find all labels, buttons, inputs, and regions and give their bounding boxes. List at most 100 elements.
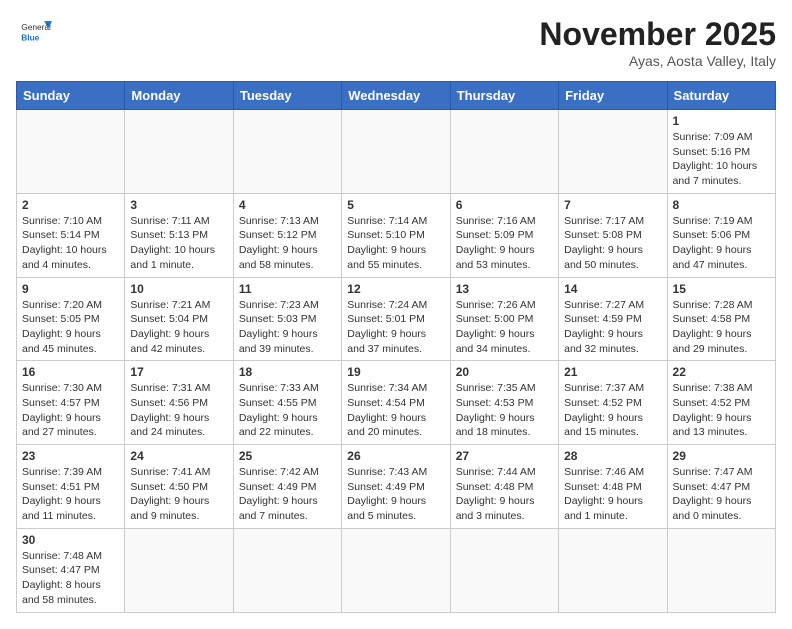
day-number: 22 (673, 365, 770, 379)
day-number: 24 (130, 449, 227, 463)
day-info: Sunrise: 7:35 AMSunset: 4:53 PMDaylight:… (456, 381, 553, 440)
calendar-cell: 6Sunrise: 7:16 AMSunset: 5:09 PMDaylight… (450, 193, 558, 277)
weekday-header-saturday: Saturday (667, 82, 775, 110)
day-number: 5 (347, 198, 444, 212)
day-number: 8 (673, 198, 770, 212)
day-info: Sunrise: 7:39 AMSunset: 4:51 PMDaylight:… (22, 465, 119, 524)
calendar-cell: 10Sunrise: 7:21 AMSunset: 5:04 PMDayligh… (125, 277, 233, 361)
svg-text:Blue: Blue (21, 32, 39, 42)
day-info: Sunrise: 7:38 AMSunset: 4:52 PMDaylight:… (673, 381, 770, 440)
day-info: Sunrise: 7:09 AMSunset: 5:16 PMDaylight:… (673, 130, 770, 189)
weekday-header-monday: Monday (125, 82, 233, 110)
day-number: 29 (673, 449, 770, 463)
logo: General Blue (16, 16, 52, 53)
calendar-cell: 18 Sunrise: 7:33 AMSunset: 4:55 PMDayligh… (233, 361, 341, 445)
day-number: 11 (239, 282, 336, 296)
calendar-cell: 24Sunrise: 7:41 AMSunset: 4:50 PMDayligh… (125, 445, 233, 529)
day-info: Sunrise: 7:26 AMSunset: 5:00 PMDaylight:… (456, 298, 553, 357)
calendar-cell: 14Sunrise: 7:27 AMSunset: 4:59 PMDayligh… (559, 277, 667, 361)
calendar-cell: 22 Sunrise: 7:38 AMSunset: 4:52 PMDayligh… (667, 361, 775, 445)
day-info: Sunrise: 7:27 AMSunset: 4:59 PMDaylight:… (564, 298, 661, 357)
calendar-cell: 26Sunrise: 7:43 AMSunset: 4:49 PMDayligh… (342, 445, 450, 529)
calendar-cell (559, 528, 667, 612)
calendar-table: SundayMondayTuesdayWednesdayThursdayFrid… (16, 81, 776, 613)
day-info: Sunrise: 7:33 AMSunset: 4:55 PMDaylight:… (239, 381, 336, 440)
calendar-cell: 28Sunrise: 7:46 AMSunset: 4:48 PMDayligh… (559, 445, 667, 529)
day-info: Sunrise: 7:44 AMSunset: 4:48 PMDaylight:… (456, 465, 553, 524)
calendar-cell: 5 Sunrise: 7:14 AMSunset: 5:10 PMDaylight… (342, 193, 450, 277)
calendar-cell (125, 528, 233, 612)
day-number: 19 (347, 365, 444, 379)
day-number: 20 (456, 365, 553, 379)
calendar-cell: 3 Sunrise: 7:11 AMSunset: 5:13 PMDaylight… (125, 193, 233, 277)
day-number: 15 (673, 282, 770, 296)
calendar-cell: 16Sunrise: 7:30 AMSunset: 4:57 PMDayligh… (17, 361, 125, 445)
day-number: 16 (22, 365, 119, 379)
month-title: November 2025 (539, 16, 776, 53)
day-number: 3 (130, 198, 227, 212)
day-info: Sunrise: 7:34 AMSunset: 4:54 PMDaylight:… (347, 381, 444, 440)
calendar-cell (17, 110, 125, 194)
generalblue-logo-icon: General Blue (20, 16, 52, 48)
day-info: Sunrise: 7:19 AMSunset: 5:06 PMDaylight:… (673, 214, 770, 273)
calendar-cell: 4 Sunrise: 7:13 AMSunset: 5:12 PMDaylight… (233, 193, 341, 277)
day-number: 23 (22, 449, 119, 463)
day-number: 18 (239, 365, 336, 379)
calendar-cell: 13 Sunrise: 7:26 AMSunset: 5:00 PMDayligh… (450, 277, 558, 361)
day-number: 9 (22, 282, 119, 296)
location: Ayas, Aosta Valley, Italy (539, 53, 776, 69)
calendar-cell: 9 Sunrise: 7:20 AMSunset: 5:05 PMDaylight… (17, 277, 125, 361)
weekday-header-row: SundayMondayTuesdayWednesdayThursdayFrid… (17, 82, 776, 110)
weekday-header-thursday: Thursday (450, 82, 558, 110)
day-number: 7 (564, 198, 661, 212)
calendar-cell (667, 528, 775, 612)
calendar-cell: 19 Sunrise: 7:34 AMSunset: 4:54 PMDayligh… (342, 361, 450, 445)
title-block: November 2025 Ayas, Aosta Valley, Italy (539, 16, 776, 69)
weekday-header-wednesday: Wednesday (342, 82, 450, 110)
day-info: Sunrise: 7:37 AMSunset: 4:52 PMDaylight:… (564, 381, 661, 440)
calendar-week-2: 2Sunrise: 7:10 AMSunset: 5:14 PMDaylight… (17, 193, 776, 277)
calendar-cell: 27 Sunrise: 7:44 AMSunset: 4:48 PMDayligh… (450, 445, 558, 529)
weekday-header-friday: Friday (559, 82, 667, 110)
day-info: Sunrise: 7:13 AMSunset: 5:12 PMDaylight:… (239, 214, 336, 273)
calendar-cell: 30 Sunrise: 7:48 AMSunset: 4:47 PMDayligh… (17, 528, 125, 612)
calendar-cell (342, 528, 450, 612)
day-info: Sunrise: 7:20 AMSunset: 5:05 PMDaylight:… (22, 298, 119, 357)
day-number: 30 (22, 533, 119, 547)
calendar-cell (450, 110, 558, 194)
calendar-cell: 15 Sunrise: 7:28 AMSunset: 4:58 PMDayligh… (667, 277, 775, 361)
calendar-cell: 7Sunrise: 7:17 AMSunset: 5:08 PMDaylight… (559, 193, 667, 277)
calendar-cell (233, 110, 341, 194)
day-info: Sunrise: 7:31 AMSunset: 4:56 PMDaylight:… (130, 381, 227, 440)
calendar-week-1: 1 Sunrise: 7:09 AMSunset: 5:16 PMDaylight… (17, 110, 776, 194)
calendar-cell (559, 110, 667, 194)
day-info: Sunrise: 7:48 AMSunset: 4:47 PMDaylight:… (22, 549, 119, 608)
calendar-week-3: 9 Sunrise: 7:20 AMSunset: 5:05 PMDaylight… (17, 277, 776, 361)
calendar-cell: 17Sunrise: 7:31 AMSunset: 4:56 PMDayligh… (125, 361, 233, 445)
calendar-cell: 25 Sunrise: 7:42 AMSunset: 4:49 PMDayligh… (233, 445, 341, 529)
day-info: Sunrise: 7:14 AMSunset: 5:10 PMDaylight:… (347, 214, 444, 273)
day-info: Sunrise: 7:11 AMSunset: 5:13 PMDaylight:… (130, 214, 227, 273)
day-number: 4 (239, 198, 336, 212)
calendar-cell: 29Sunrise: 7:47 AMSunset: 4:47 PMDayligh… (667, 445, 775, 529)
calendar-cell: 8 Sunrise: 7:19 AMSunset: 5:06 PMDaylight… (667, 193, 775, 277)
day-info: Sunrise: 7:21 AMSunset: 5:04 PMDaylight:… (130, 298, 227, 357)
calendar-week-6: 30 Sunrise: 7:48 AMSunset: 4:47 PMDayligh… (17, 528, 776, 612)
calendar-cell: 11Sunrise: 7:23 AMSunset: 5:03 PMDayligh… (233, 277, 341, 361)
calendar-cell: 21Sunrise: 7:37 AMSunset: 4:52 PMDayligh… (559, 361, 667, 445)
day-number: 13 (456, 282, 553, 296)
day-number: 2 (22, 198, 119, 212)
day-number: 1 (673, 114, 770, 128)
page-header: General Blue November 2025 Ayas, Aosta V… (16, 16, 776, 69)
day-info: Sunrise: 7:16 AMSunset: 5:09 PMDaylight:… (456, 214, 553, 273)
calendar-cell (450, 528, 558, 612)
calendar-cell (233, 528, 341, 612)
weekday-header-tuesday: Tuesday (233, 82, 341, 110)
day-info: Sunrise: 7:28 AMSunset: 4:58 PMDaylight:… (673, 298, 770, 357)
day-number: 27 (456, 449, 553, 463)
calendar-week-4: 16Sunrise: 7:30 AMSunset: 4:57 PMDayligh… (17, 361, 776, 445)
day-number: 25 (239, 449, 336, 463)
day-info: Sunrise: 7:43 AMSunset: 4:49 PMDaylight:… (347, 465, 444, 524)
day-info: Sunrise: 7:42 AMSunset: 4:49 PMDaylight:… (239, 465, 336, 524)
weekday-header-sunday: Sunday (17, 82, 125, 110)
